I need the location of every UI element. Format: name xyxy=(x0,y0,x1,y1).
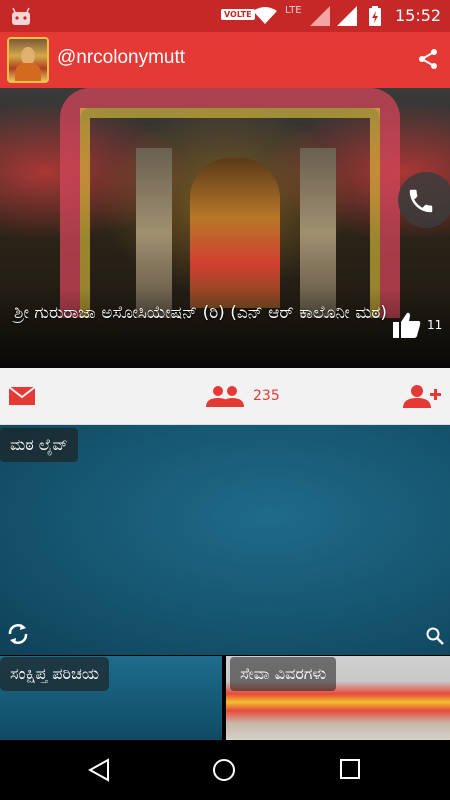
android-icon xyxy=(12,7,30,25)
signal-icon-full xyxy=(337,6,357,26)
refresh-icon[interactable] xyxy=(6,622,30,646)
lte-label: LTE xyxy=(285,5,302,16)
home-icon[interactable] xyxy=(212,758,236,782)
call-button[interactable] xyxy=(398,172,450,228)
hero-shade xyxy=(0,288,450,368)
app-bar: @nrcolonymutt xyxy=(0,32,450,88)
hero-banner[interactable]: ಶ್ರೀ ಗುರುರಾಜಾ ಅಸೋಸಿಯೇಷನ್ (ರಿ) (ಎನ್ ಆರ್ ಕ… xyxy=(0,88,450,368)
live-label: ಮಠ ಲೈವ್ xyxy=(0,428,78,462)
intro-label: ಸಂಕ್ಷಿಪ್ತ ಪರಿಚಯ xyxy=(0,657,110,691)
battery-icon xyxy=(369,6,381,26)
page-title: @nrcolonymutt xyxy=(57,47,186,68)
mail-icon[interactable] xyxy=(9,387,35,405)
navigation-bar xyxy=(0,740,450,800)
phone-icon xyxy=(409,189,433,213)
search-icon[interactable] xyxy=(426,627,444,645)
services-tile[interactable]: ಸೇವಾ ವಿವರಗಳು xyxy=(226,656,450,740)
member-count: 235 xyxy=(253,388,280,404)
avatar-robe xyxy=(15,63,41,81)
signal-icon xyxy=(310,6,330,26)
thumbs-up-icon[interactable] xyxy=(393,312,421,338)
wifi-icon xyxy=(253,7,277,24)
avatar[interactable] xyxy=(7,37,49,83)
clock: 15:52 xyxy=(395,6,442,25)
hero-title: ಶ್ರೀ ಗುರುರಾಜಾ ಅಸೋಸಿಯೇಷನ್ (ರಿ) (ಎನ್ ಆರ್ ಕ… xyxy=(14,303,387,323)
action-bar: 235 xyxy=(0,368,450,425)
like-count: 11 xyxy=(427,318,443,332)
back-icon[interactable] xyxy=(88,758,110,782)
members-icon[interactable] xyxy=(206,385,244,407)
services-label: ಸೇವಾ ವಿವರಗಳು xyxy=(230,657,337,691)
live-tile[interactable]: ಮಠ ಲೈವ್ xyxy=(0,425,450,655)
intro-tile[interactable]: ಸಂಕ್ಷಿಪ್ತ ಪರಿಚಯ xyxy=(0,656,222,740)
share-icon[interactable] xyxy=(416,47,440,71)
recents-icon[interactable] xyxy=(340,759,360,779)
volte-badge: VOLTE xyxy=(221,9,255,20)
add-member-icon[interactable] xyxy=(403,384,441,408)
shrine xyxy=(190,158,280,308)
status-bar: VOLTE LTE 15:52 xyxy=(0,0,450,32)
